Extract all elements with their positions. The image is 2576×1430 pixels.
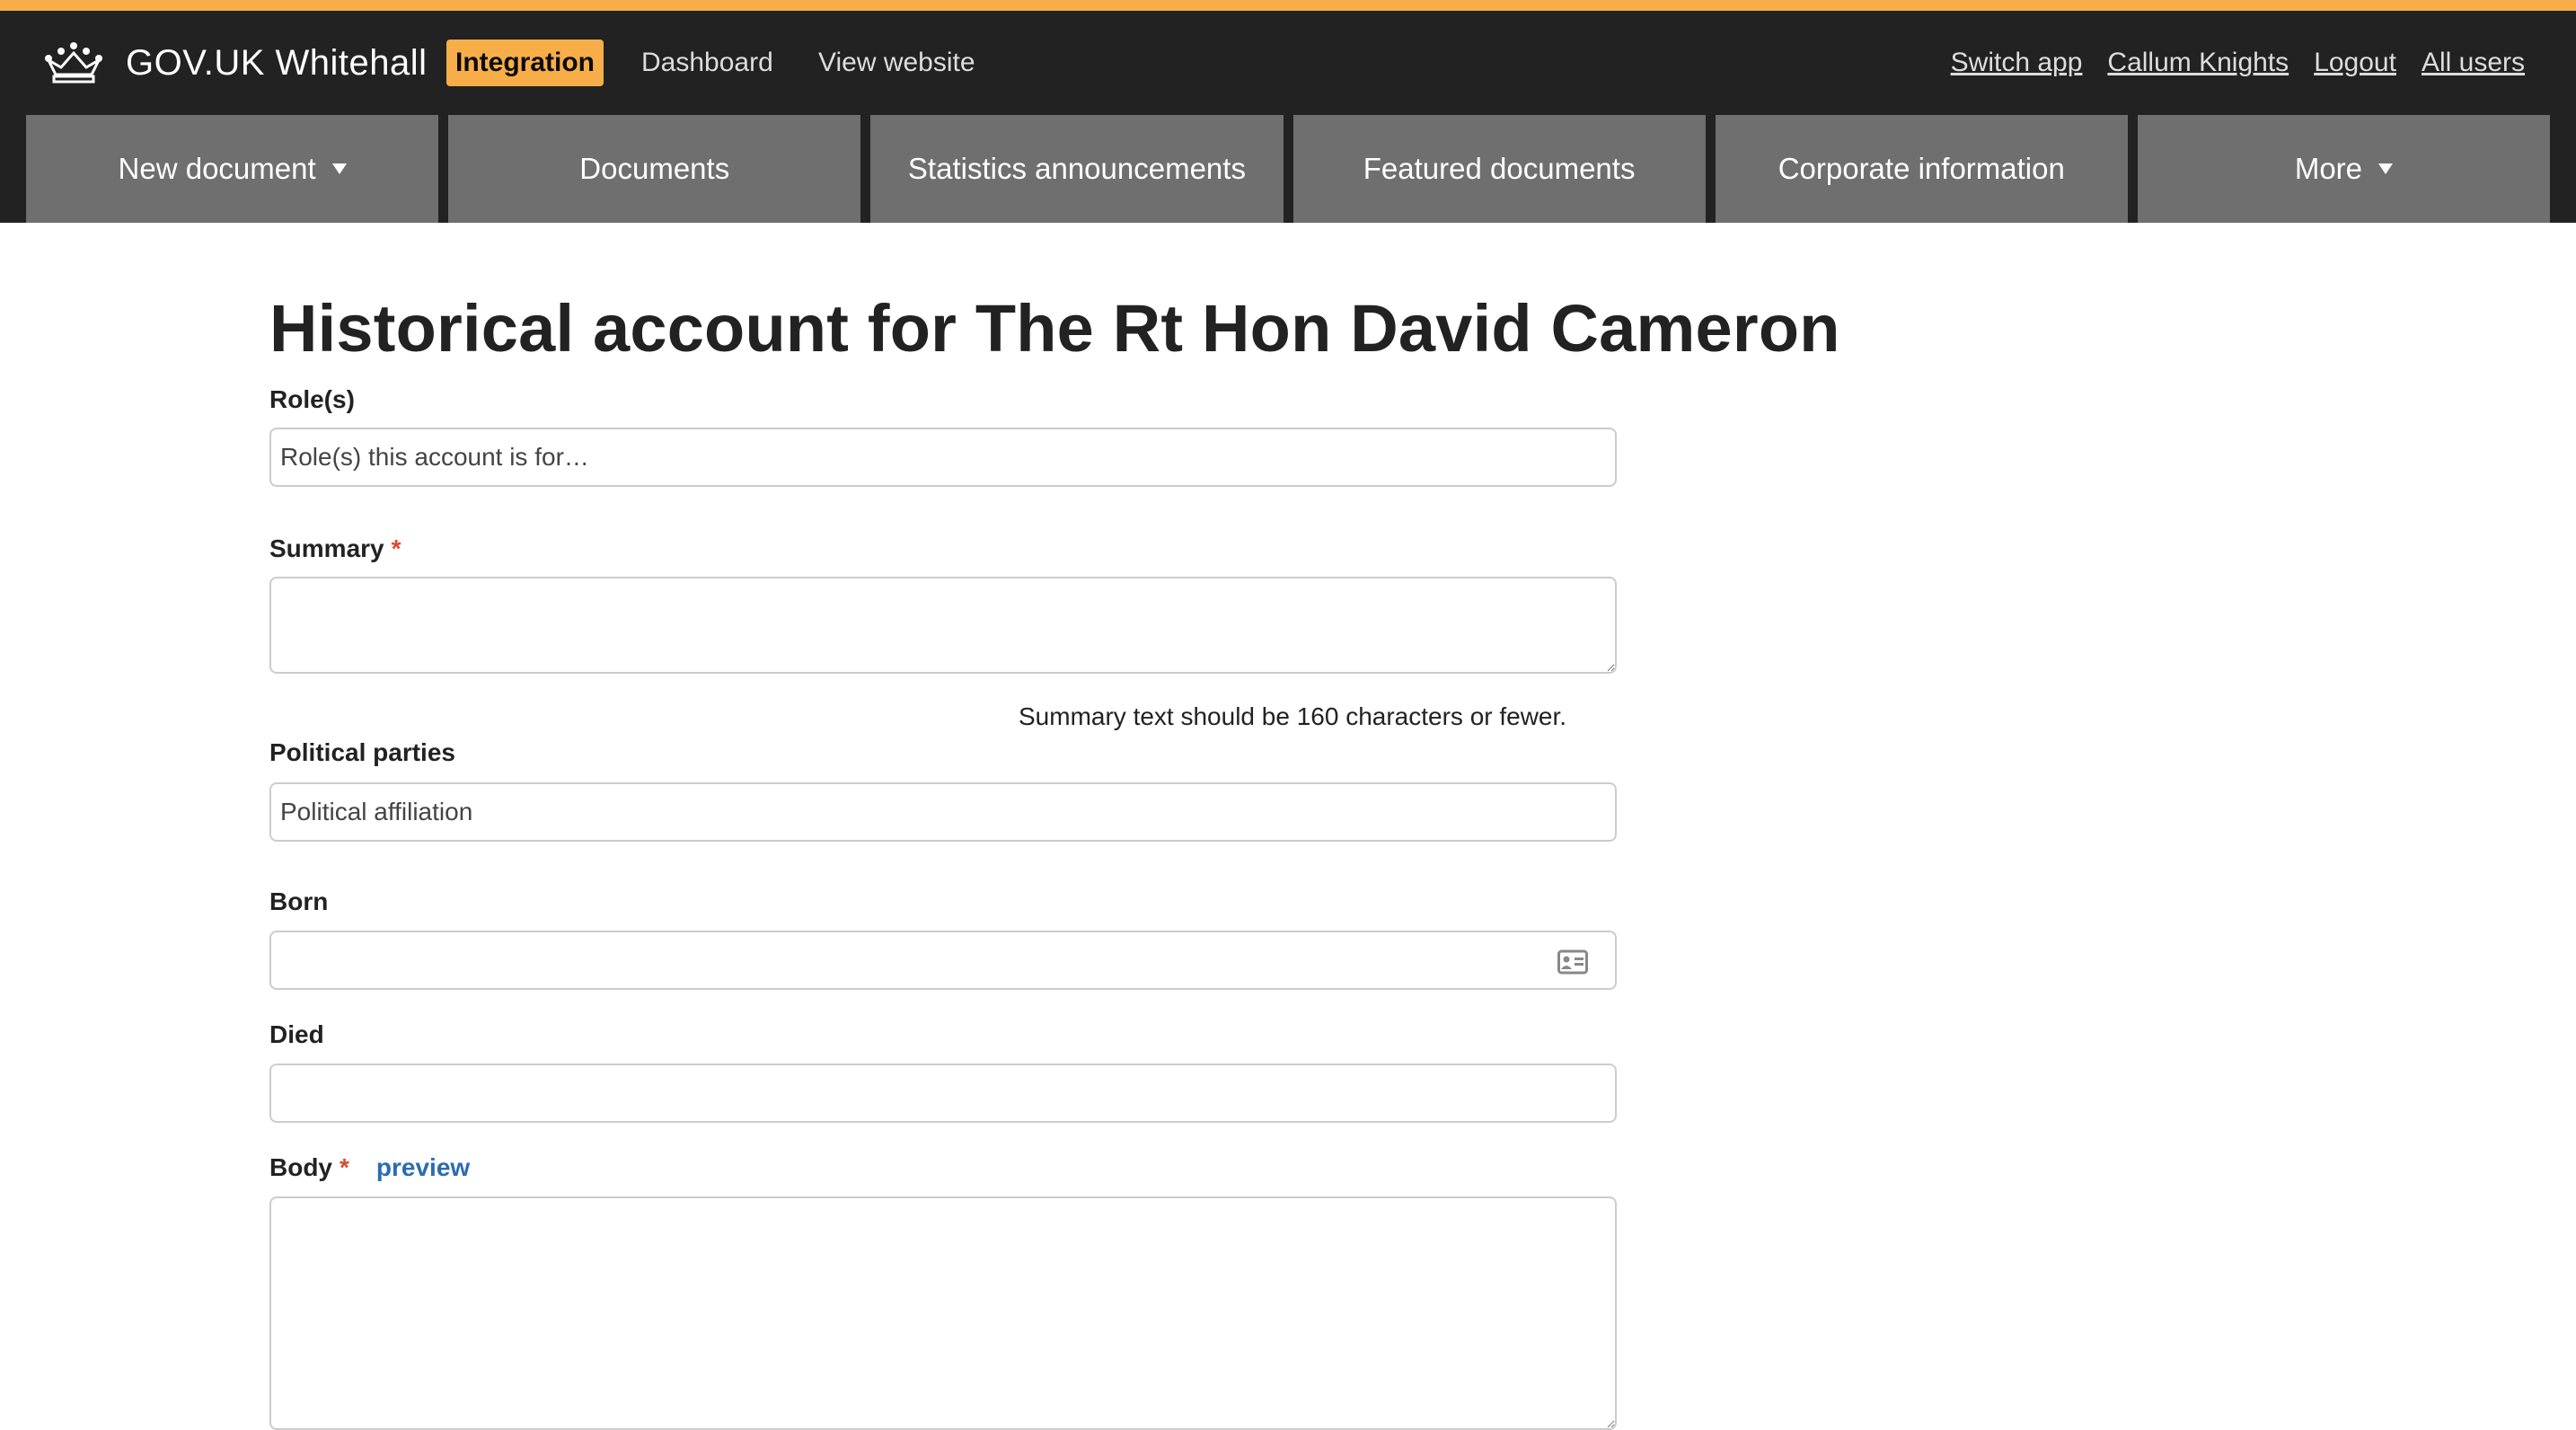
chevron-down-icon bbox=[2378, 163, 2394, 174]
logout-link[interactable]: Logout bbox=[2314, 43, 2396, 83]
brand[interactable]: GOV.UK Whitehall bbox=[43, 36, 428, 90]
body-label: Body * preview bbox=[269, 1152, 470, 1184]
user-links: Switch app Callum Knights Logout All use… bbox=[1951, 43, 2525, 83]
page-title: Historical account for The Rt Hon David … bbox=[269, 291, 1840, 366]
switch-app-link[interactable]: Switch app bbox=[1951, 43, 2083, 83]
summary-hint: Summary text should be 160 characters or… bbox=[1019, 702, 1567, 730]
environment-badge: Integration bbox=[446, 40, 604, 86]
environment-stripe bbox=[0, 0, 2576, 11]
view-website-link[interactable]: View website bbox=[818, 43, 975, 83]
preview-link[interactable]: preview bbox=[376, 1153, 470, 1181]
political-parties-input[interactable] bbox=[269, 782, 1617, 842]
summary-textarea[interactable] bbox=[269, 577, 1617, 674]
nav-more[interactable]: More bbox=[2137, 115, 2551, 223]
nav-new-document[interactable]: New document bbox=[26, 115, 439, 223]
summary-label-text: Summary bbox=[269, 534, 384, 562]
header-bar: GOV.UK Whitehall Integration Dashboard V… bbox=[0, 11, 2576, 115]
body-label-text: Body bbox=[269, 1153, 332, 1181]
crown-icon bbox=[45, 42, 102, 84]
summary-label: Summary * bbox=[269, 533, 401, 565]
nav-documents[interactable]: Documents bbox=[448, 115, 861, 223]
died-input[interactable] bbox=[269, 1064, 1617, 1123]
nav-item-label: More bbox=[2294, 152, 2363, 185]
born-label: Born bbox=[269, 887, 329, 915]
required-marker: * bbox=[340, 1153, 349, 1181]
nav-item-label: Statistics announcements bbox=[907, 152, 1246, 185]
nav-corporate-information[interactable]: Corporate information bbox=[1715, 115, 2128, 223]
chevron-down-icon bbox=[331, 163, 347, 174]
nav-statistics-announcements[interactable]: Statistics announcements bbox=[870, 115, 1284, 223]
user-name-link[interactable]: Callum Knights bbox=[2107, 43, 2289, 83]
nav-item-label: Documents bbox=[579, 152, 730, 185]
nav-item-label: New document bbox=[118, 152, 316, 185]
died-label: Died bbox=[269, 1020, 324, 1048]
roles-input[interactable] bbox=[269, 428, 1617, 487]
dashboard-link[interactable]: Dashboard bbox=[641, 43, 773, 83]
calendar-card-icon[interactable] bbox=[1557, 949, 1588, 975]
born-field[interactable] bbox=[269, 931, 1617, 990]
nav-featured-documents[interactable]: Featured documents bbox=[1292, 115, 1706, 223]
nav-item-label: Featured documents bbox=[1363, 152, 1636, 185]
body-textarea[interactable] bbox=[269, 1196, 1617, 1430]
main-nav: New document Documents Statistics announ… bbox=[26, 115, 2551, 223]
brand-title: GOV.UK Whitehall bbox=[126, 42, 428, 83]
roles-label: Role(s) bbox=[269, 385, 355, 413]
political-parties-label: Political parties bbox=[269, 738, 455, 766]
nav-item-label: Corporate information bbox=[1778, 152, 2065, 185]
all-users-link[interactable]: All users bbox=[2422, 43, 2525, 83]
site-header: GOV.UK Whitehall Integration Dashboard V… bbox=[0, 11, 2576, 223]
required-marker: * bbox=[391, 534, 401, 562]
